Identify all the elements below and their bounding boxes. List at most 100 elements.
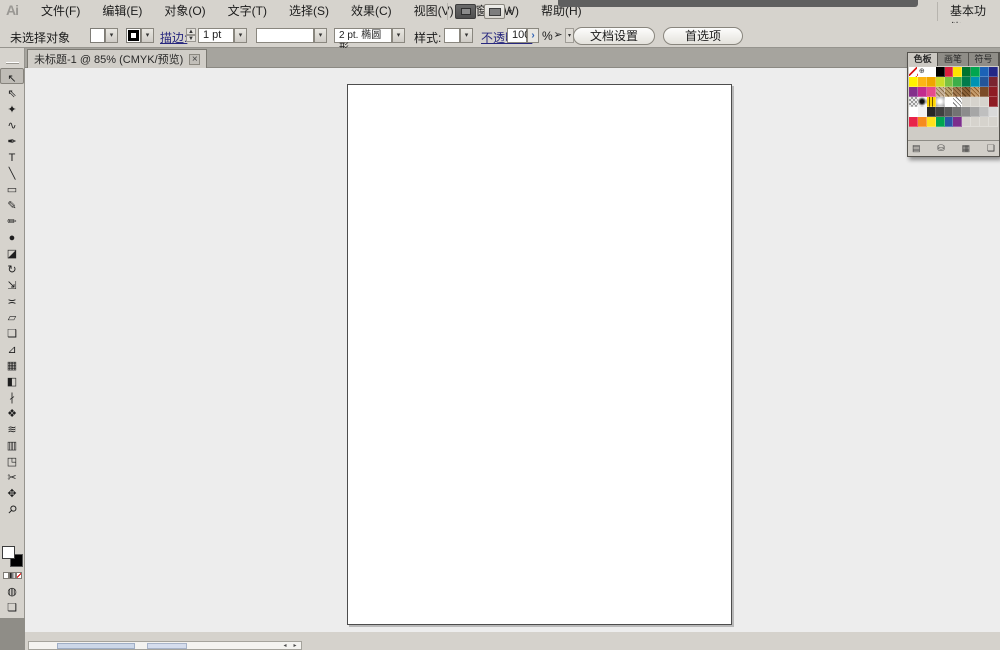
menu-file[interactable]: 文件(F) <box>30 0 91 23</box>
swatch-color[interactable] <box>926 87 936 97</box>
shape-builder-tool[interactable]: ❑ <box>0 324 24 340</box>
swatch-registration[interactable]: ⊕ <box>917 67 927 77</box>
swatch-color[interactable] <box>953 107 963 117</box>
scale-tool[interactable]: ⇲ <box>0 276 24 292</box>
scrollbar-segment-2[interactable] <box>147 643 187 649</box>
arrange-documents-caret-icon[interactable]: ▾ <box>508 7 512 16</box>
swatch-color[interactable] <box>944 107 954 117</box>
swatch-none[interactable] <box>909 67 918 77</box>
horizontal-scrollbar[interactable]: ◂ ▸ <box>28 641 302 650</box>
swatch-pattern[interactable] <box>962 87 972 97</box>
swatch-color[interactable] <box>917 87 927 97</box>
type-tool[interactable]: T <box>0 148 24 164</box>
width-tool[interactable]: ≍ <box>0 292 24 308</box>
stroke-color-caret-icon[interactable]: ▾ <box>141 28 154 43</box>
swatch-color[interactable] <box>962 107 972 117</box>
swatch-color[interactable] <box>909 107 918 117</box>
swatch-color[interactable] <box>989 67 998 77</box>
direct-selection-tool[interactable]: ⇖ <box>0 84 24 100</box>
swatch-color[interactable] <box>953 117 963 127</box>
swatch-hatch-pattern[interactable] <box>953 97 963 107</box>
eyedropper-tool[interactable]: ∤ <box>0 388 24 404</box>
swatch-color[interactable] <box>944 67 954 77</box>
stepper-up-icon[interactable]: ▲ <box>186 28 196 35</box>
new-swatch-button[interactable]: ❏ <box>987 141 995 156</box>
swatch-white-radial-gradient[interactable] <box>935 97 945 107</box>
swatch-empty-slot[interactable] <box>962 97 972 107</box>
swatch-color[interactable] <box>971 107 981 117</box>
stepper-down-icon[interactable]: ▼ <box>186 35 196 42</box>
new-color-group-button[interactable]: ▦ <box>962 141 971 156</box>
swatch-empty-slot[interactable] <box>989 117 998 127</box>
swatch-color[interactable] <box>971 77 981 87</box>
perspective-grid-tool[interactable]: ⊿ <box>0 340 24 356</box>
panel-tab-色板[interactable]: 色板 <box>908 53 939 66</box>
swatch-color[interactable] <box>935 77 945 87</box>
arrange-documents-button[interactable] <box>484 4 505 19</box>
mesh-tool[interactable]: ▦ <box>0 356 24 372</box>
menu-type[interactable]: 文字(T) <box>217 0 278 23</box>
opacity-input[interactable]: 100 <box>507 28 530 43</box>
swatch-color[interactable] <box>935 67 945 77</box>
swatch-color[interactable] <box>909 77 918 87</box>
swatch-color[interactable] <box>962 67 972 77</box>
swatch-color[interactable] <box>944 97 954 107</box>
artboard-tool[interactable]: ◳ <box>0 452 24 468</box>
fill-color-caret-icon[interactable]: ▾ <box>105 28 118 43</box>
swatch-color[interactable] <box>944 117 954 127</box>
swatch-color[interactable] <box>980 77 990 87</box>
stroke-width-stepper[interactable]: ▲ ▼ <box>186 28 196 43</box>
swatch-pattern[interactable] <box>944 87 954 97</box>
pen-tool[interactable]: ✒ <box>0 132 24 148</box>
swatch-yellow-stripe-gradient[interactable] <box>926 97 936 107</box>
swatch-color[interactable] <box>926 67 936 77</box>
slice-tool[interactable]: ✂ <box>0 468 24 484</box>
document-setup-button[interactable]: 文档设置 <box>573 27 655 45</box>
screen-mode-button[interactable]: ❏ <box>0 600 24 616</box>
swatch-color[interactable] <box>953 77 963 87</box>
swatch-color[interactable] <box>980 107 990 117</box>
rotate-tool[interactable]: ↻ <box>0 260 24 276</box>
line-segment-tool[interactable]: ╲ <box>0 164 24 180</box>
pencil-tool[interactable]: ✏ <box>0 212 24 228</box>
swatch-color[interactable] <box>935 107 945 117</box>
swatch-color[interactable] <box>971 67 981 77</box>
drawing-modes-button[interactable]: ◍ <box>0 584 24 600</box>
none-button[interactable] <box>15 572 22 579</box>
free-transform-tool[interactable]: ▱ <box>0 308 24 324</box>
style-select[interactable] <box>444 28 460 43</box>
brush-caret-icon[interactable]: ▾ <box>392 28 405 43</box>
swatch-empty-slot[interactable] <box>971 117 981 127</box>
brush-definition-select[interactable]: 2 pt. 椭圆形 <box>334 28 392 54</box>
fill-stroke-indicator[interactable] <box>2 546 23 567</box>
tools-panel-grip[interactable] <box>6 62 19 64</box>
stroke-width-value[interactable]: 1 pt <box>198 28 234 43</box>
scrollbar-segment[interactable] <box>57 643 135 649</box>
symbol-sprayer-tool[interactable]: ≋ <box>0 420 24 436</box>
swatch-color[interactable] <box>980 67 990 77</box>
fill-color-swatch[interactable] <box>90 28 105 43</box>
rectangle-tool[interactable]: ▭ <box>0 180 24 196</box>
opacity-dropdown-icon[interactable]: › <box>527 28 539 43</box>
scroll-right-icon[interactable]: ▸ <box>290 642 300 650</box>
swatch-pattern[interactable] <box>971 87 981 97</box>
close-document-icon[interactable]: × <box>189 53 201 65</box>
swatch-color[interactable] <box>909 117 918 127</box>
stroke-color-swatch[interactable] <box>126 28 141 43</box>
hand-tool[interactable]: ✥ <box>0 484 24 500</box>
column-graph-tool[interactable]: ▥ <box>0 436 24 452</box>
swatch-color[interactable] <box>989 87 998 97</box>
panel-tab-画笔[interactable]: 画笔 <box>938 53 969 66</box>
style-caret-icon[interactable]: ▾ <box>460 28 473 43</box>
swatch-empty-slot[interactable] <box>971 97 981 107</box>
canvas-pasteboard[interactable] <box>25 68 1000 632</box>
swatch-kinds-menu-button[interactable]: ⛁ <box>937 141 945 156</box>
blend-tool[interactable]: ❖ <box>0 404 24 420</box>
scroll-left-icon[interactable]: ◂ <box>280 642 290 650</box>
swatch-empty-slot[interactable] <box>980 97 990 107</box>
variable-width-profile-select[interactable] <box>256 28 314 43</box>
eraser-tool[interactable]: ◪ <box>0 244 24 260</box>
artboard[interactable] <box>347 84 732 625</box>
swatch-color[interactable] <box>935 117 945 127</box>
swatch-checker-pattern[interactable] <box>909 97 918 107</box>
